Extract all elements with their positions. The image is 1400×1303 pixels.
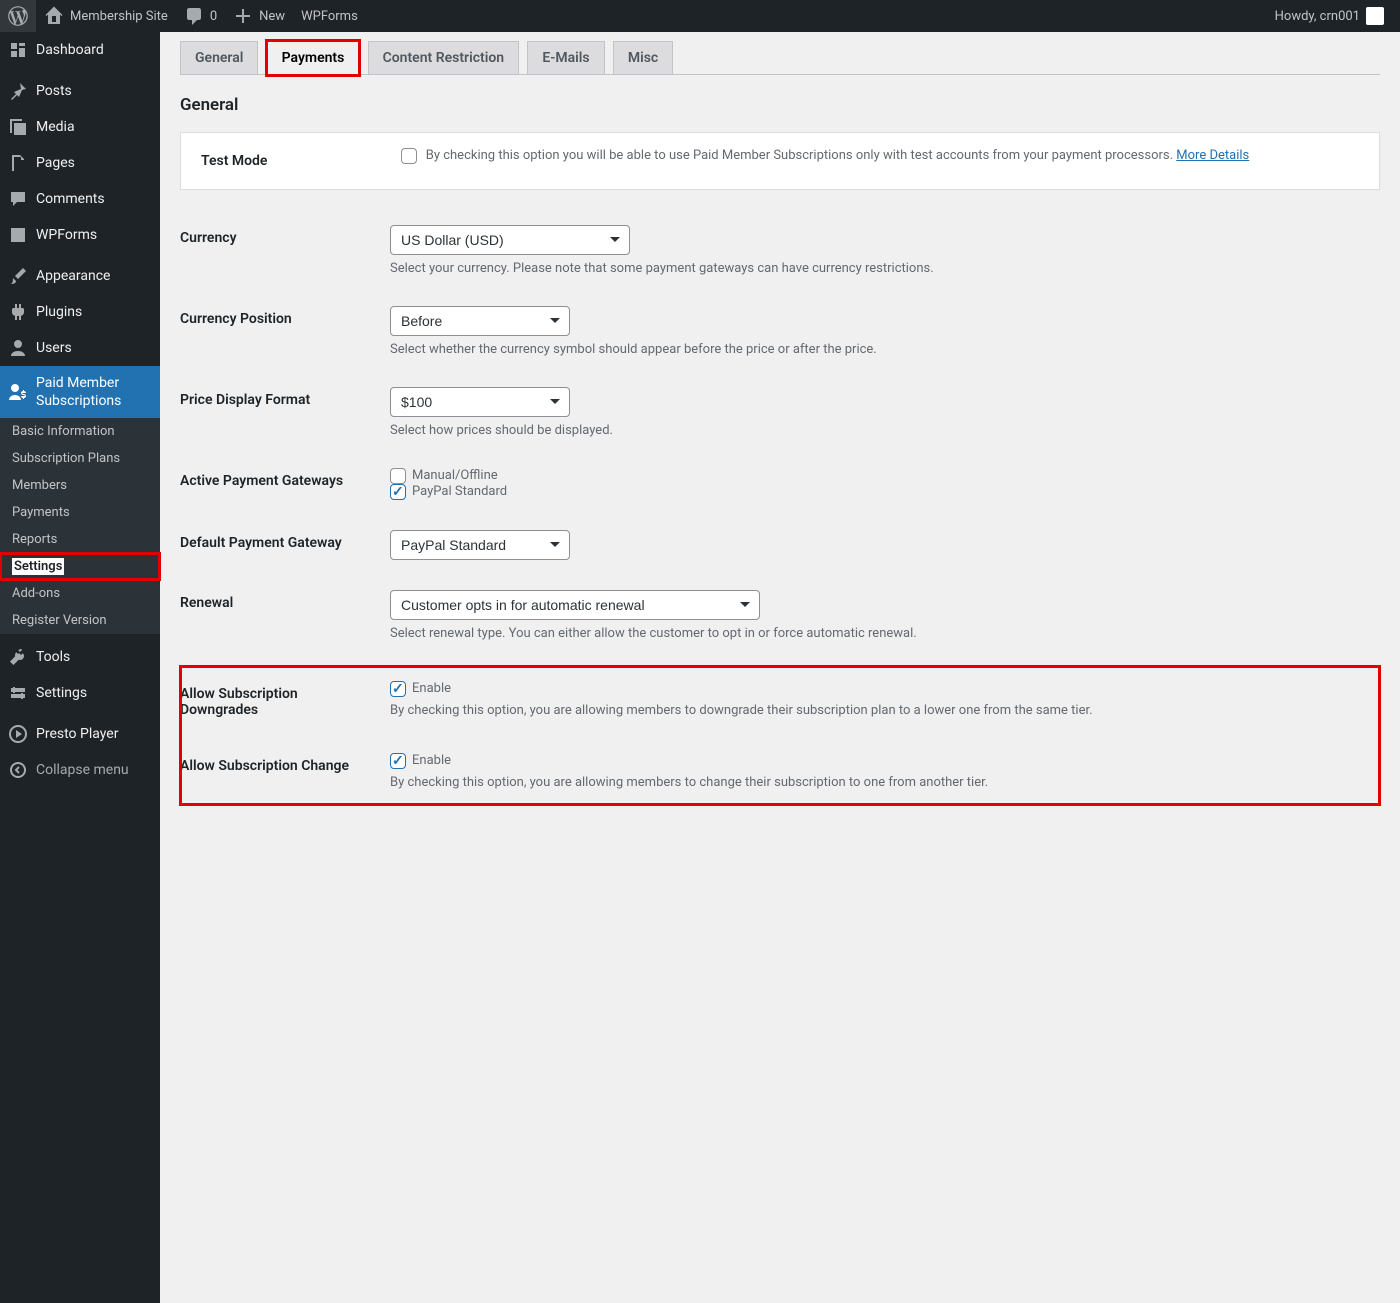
menu-paid-member-subscriptions[interactable]: Paid Member Subscriptions — [0, 366, 160, 418]
tab-general[interactable]: General — [180, 41, 258, 74]
user-menu[interactable]: Howdy, crn001 — [1267, 0, 1392, 32]
currency-desc: Select your currency. Please note that s… — [390, 261, 1370, 276]
currency-label: Currency — [180, 210, 380, 291]
menu-settings[interactable]: Settings — [0, 675, 160, 711]
price-format-label: Price Display Format — [180, 372, 380, 453]
tab-bar: General Payments Content Restriction E-M… — [180, 32, 1380, 75]
pin-icon — [8, 81, 28, 101]
price-format-select[interactable]: $100 — [390, 387, 570, 417]
menu-media[interactable]: Media — [0, 109, 160, 145]
menu-plugins[interactable]: Plugins — [0, 294, 160, 330]
comments-link[interactable]: 0 — [176, 0, 225, 32]
tab-misc[interactable]: Misc — [613, 41, 673, 74]
content-area: General Payments Content Restriction E-M… — [160, 32, 1400, 1303]
gateway-manual-checkbox[interactable] — [390, 468, 406, 484]
downgrades-checkbox[interactable] — [390, 681, 406, 697]
currency-position-select[interactable]: Before — [390, 306, 570, 336]
renewal-select[interactable]: Customer opts in for automatic renewal — [390, 590, 760, 620]
tab-content-restriction[interactable]: Content Restriction — [368, 41, 520, 74]
media-icon — [8, 117, 28, 137]
menu-pages[interactable]: Pages — [0, 145, 160, 181]
menu-tools[interactable]: Tools — [0, 639, 160, 675]
sub-settings[interactable]: Settings — [0, 553, 160, 580]
default-gateway-select[interactable]: PayPal Standard — [390, 530, 570, 560]
menu-comments[interactable]: Comments — [0, 181, 160, 217]
sub-payments[interactable]: Payments — [0, 499, 160, 526]
home-icon — [44, 6, 64, 26]
tab-emails[interactable]: E-Mails — [527, 41, 604, 74]
menu-collapse[interactable]: Collapse menu — [0, 752, 160, 788]
gateway-paypal-checkbox[interactable] — [390, 484, 406, 500]
test-mode-desc: By checking this option you will be able… — [426, 148, 1177, 163]
test-mode-label: Test Mode — [181, 132, 381, 189]
currency-select[interactable]: US Dollar (USD) — [390, 225, 630, 255]
new-link[interactable]: New — [225, 0, 293, 32]
sub-addons[interactable]: Add-ons — [0, 580, 160, 607]
menu-appearance[interactable]: Appearance — [0, 258, 160, 294]
test-mode-row: By checking this option you will be able… — [401, 148, 1250, 163]
downgrades-enable: Enable — [412, 681, 451, 696]
test-mode-checkbox[interactable] — [401, 148, 417, 164]
downgrades-desc: By checking this option, you are allowin… — [390, 703, 1370, 718]
submenu: Basic Information Subscription Plans Mem… — [0, 418, 160, 634]
default-gateway-label: Default Payment Gateway — [180, 515, 380, 575]
site-link[interactable]: Membership Site — [36, 0, 176, 32]
gateway-paypal-label: PayPal Standard — [412, 484, 507, 499]
sub-register[interactable]: Register Version — [0, 607, 160, 634]
change-enable: Enable — [412, 753, 451, 768]
wp-logo[interactable] — [0, 0, 36, 32]
wpforms-link[interactable]: WPForms — [293, 0, 366, 32]
subscription-icon — [8, 382, 28, 402]
downgrades-label: Allow Subscription Downgrades — [180, 666, 380, 738]
change-checkbox[interactable] — [390, 753, 406, 769]
avatar — [1366, 7, 1384, 25]
form-icon — [8, 225, 28, 245]
plus-icon — [233, 6, 253, 26]
renewal-desc: Select renewal type. You can either allo… — [390, 626, 1370, 641]
currency-position-label: Currency Position — [180, 291, 380, 372]
brush-icon — [8, 266, 28, 286]
user-icon — [8, 338, 28, 358]
admin-bar: Membership Site 0 New WPForms Howdy, crn… — [0, 0, 1400, 32]
change-desc: By checking this option, you are allowin… — [390, 775, 1370, 790]
section-title: General — [180, 95, 1380, 115]
plugin-icon — [8, 302, 28, 322]
menu-dashboard[interactable]: Dashboard — [0, 32, 160, 68]
admin-sidebar: Dashboard Posts Media Pages Comments WPF… — [0, 32, 160, 1303]
menu-presto[interactable]: Presto Player — [0, 716, 160, 752]
collapse-icon — [8, 760, 28, 780]
presto-icon — [8, 724, 28, 744]
sub-members[interactable]: Members — [0, 472, 160, 499]
settings-icon — [8, 683, 28, 703]
comment-icon — [8, 189, 28, 209]
sub-reports[interactable]: Reports — [0, 526, 160, 553]
tab-payments[interactable]: Payments — [267, 41, 360, 75]
price-format-desc: Select how prices should be displayed. — [390, 423, 1370, 438]
page-icon — [8, 153, 28, 173]
test-mode-link[interactable]: More Details — [1176, 148, 1249, 163]
dashboard-icon — [8, 40, 28, 60]
menu-posts[interactable]: Posts — [0, 73, 160, 109]
sub-subscription-plans[interactable]: Subscription Plans — [0, 445, 160, 472]
sub-basic-info[interactable]: Basic Information — [0, 418, 160, 445]
tools-icon — [8, 647, 28, 667]
currency-position-desc: Select whether the currency symbol shoul… — [390, 342, 1370, 357]
menu-users[interactable]: Users — [0, 330, 160, 366]
comment-icon — [184, 6, 204, 26]
change-label: Allow Subscription Change — [180, 738, 380, 805]
renewal-label: Renewal — [180, 575, 380, 656]
gateway-manual-label: Manual/Offline — [412, 468, 498, 483]
menu-wpforms[interactable]: WPForms — [0, 217, 160, 253]
highlight-downgrade-change: Allow Subscription Downgrades Enable By … — [180, 666, 1380, 805]
gateways-label: Active Payment Gateways — [180, 453, 380, 515]
